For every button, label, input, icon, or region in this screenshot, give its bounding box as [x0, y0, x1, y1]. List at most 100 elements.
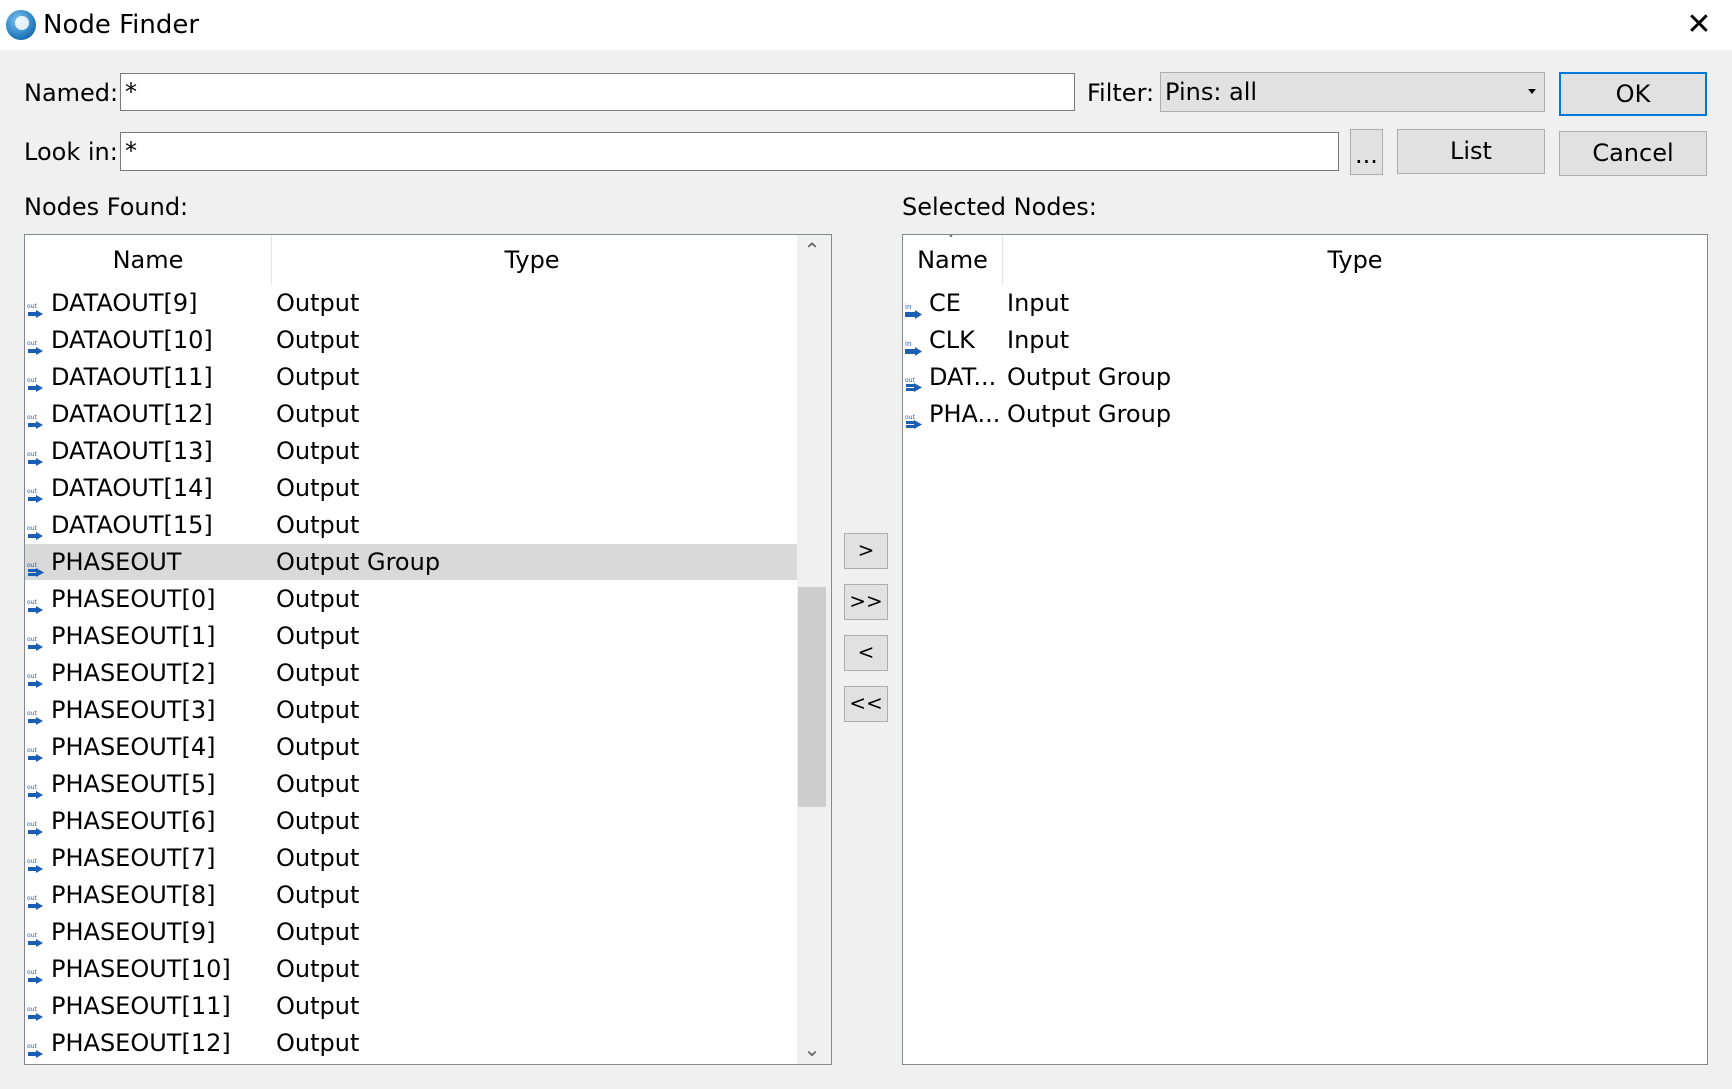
node-type: Output — [276, 622, 360, 650]
cancel-button[interactable]: Cancel — [1559, 131, 1707, 176]
input-pin-icon: in — [905, 331, 923, 356]
node-name: PHASEOUT[4] — [51, 733, 216, 761]
table-row[interactable]: out DATAOUT[14] Output — [25, 470, 797, 506]
selected-nodes-list[interactable]: Name ˅ Type in CE Input in CLK Input out DAT...… — [902, 234, 1708, 1065]
table-row[interactable]: in CLK Input — [903, 322, 1707, 358]
table-row[interactable]: out DATAOUT[10] Output — [25, 322, 797, 358]
table-row[interactable]: in CE Input — [903, 285, 1707, 321]
list-button[interactable]: List — [1397, 129, 1545, 174]
table-row[interactable]: out DATAOUT[11] Output — [25, 359, 797, 395]
node-type: Output Group — [1007, 400, 1172, 428]
node-name: PHASEOUT — [51, 548, 182, 576]
scrollbar-thumb[interactable] — [798, 587, 826, 807]
output-pin-icon: out — [27, 849, 45, 873]
svg-text:out: out — [27, 1006, 37, 1013]
title-bar: Node Finder ✕ — [0, 0, 1732, 50]
svg-text:out: out — [27, 414, 37, 421]
table-row[interactable]: out PHASEOUT[11] Output — [25, 988, 797, 1024]
output-pin-icon: out — [27, 664, 45, 688]
node-name: DATAOUT[10] — [51, 326, 213, 354]
svg-text:in: in — [905, 303, 911, 311]
nodes-found-label: Nodes Found: — [24, 193, 189, 221]
sort-indicator-icon: ˅ — [947, 234, 955, 250]
svg-text:out: out — [27, 451, 37, 458]
table-row[interactable]: out DATAOUT[15] Output — [25, 507, 797, 543]
node-name: PHA... — [929, 400, 1001, 428]
scroll-up-icon[interactable]: ⌃ — [797, 235, 827, 265]
remove-all-button[interactable]: << — [844, 686, 888, 722]
node-type: Output — [276, 289, 360, 317]
output-pin-icon: out — [27, 997, 45, 1021]
node-type: Output — [276, 659, 360, 687]
column-header-type[interactable]: Type — [272, 235, 792, 285]
table-row[interactable]: out PHASEOUT[9] Output — [25, 914, 797, 950]
status-strip — [0, 1080, 1732, 1089]
output-pin-icon: out — [27, 368, 45, 392]
browse-button[interactable]: ... — [1350, 129, 1383, 175]
output-pin-icon: out — [27, 405, 45, 429]
named-input[interactable]: * — [120, 73, 1075, 111]
svg-text:out: out — [27, 969, 37, 976]
table-row[interactable]: out DATAOUT[12] Output — [25, 396, 797, 432]
table-row[interactable]: out PHASEOUT[2] Output — [25, 655, 797, 691]
node-type: Output — [276, 1029, 360, 1057]
svg-text:out: out — [27, 525, 37, 532]
svg-text:out: out — [27, 303, 37, 310]
output-group-icon: out — [905, 368, 923, 392]
svg-text:out: out — [27, 1043, 37, 1050]
node-name: PHASEOUT[6] — [51, 807, 216, 835]
table-row[interactable]: out PHASEOUT[1] Output — [25, 618, 797, 654]
add-all-button[interactable]: >> — [844, 584, 888, 620]
table-row[interactable]: out DATAOUT[13] Output — [25, 433, 797, 469]
svg-text:out: out — [27, 932, 37, 939]
nodes-found-list[interactable]: Name Type out DATAOUT[9] Output out DATAOUT[… — [24, 234, 832, 1065]
column-header-type[interactable]: Type — [1003, 235, 1707, 285]
output-pin-icon: out — [27, 738, 45, 762]
window-title: Node Finder — [43, 10, 200, 40]
output-pin-icon: out — [27, 479, 45, 503]
table-row[interactable]: out PHASEOUT[5] Output — [25, 766, 797, 802]
node-name: DATAOUT[9] — [51, 289, 198, 317]
table-row[interactable]: out PHASEOUT Output Group — [25, 544, 797, 580]
node-type: Output — [276, 474, 360, 502]
ok-button[interactable]: OK — [1559, 72, 1707, 116]
node-name: DATAOUT[11] — [51, 363, 213, 391]
svg-text:out: out — [27, 673, 37, 680]
node-name: DATAOUT[15] — [51, 511, 213, 539]
table-row[interactable]: out PHA... Output Group — [903, 396, 1707, 432]
table-row[interactable]: out PHASEOUT[12] Output — [25, 1025, 797, 1061]
node-type: Output — [276, 326, 360, 354]
table-row[interactable]: out DATAOUT[9] Output — [25, 285, 797, 321]
table-row[interactable]: out PHASEOUT[3] Output — [25, 692, 797, 728]
close-icon[interactable]: ✕ — [1682, 8, 1716, 42]
look-in-input[interactable]: * — [120, 132, 1339, 171]
svg-text:out: out — [27, 340, 37, 347]
svg-text:out: out — [27, 895, 37, 902]
node-type: Output — [276, 770, 360, 798]
filter-select-value: Pins: all — [1165, 78, 1258, 106]
table-row[interactable]: out PHASEOUT[4] Output — [25, 729, 797, 765]
table-row[interactable]: out PHASEOUT[6] Output — [25, 803, 797, 839]
vertical-scrollbar[interactable]: ⌃ ⌄ — [797, 235, 831, 1064]
svg-text:out: out — [27, 488, 37, 495]
scroll-down-icon[interactable]: ⌄ — [797, 1034, 827, 1064]
svg-text:out: out — [905, 377, 915, 384]
node-type: Output — [276, 511, 360, 539]
output-pin-icon: out — [27, 627, 45, 651]
table-row[interactable]: out DAT... Output Group — [903, 359, 1707, 395]
column-header-name[interactable]: Name — [25, 235, 271, 285]
output-pin-icon: out — [27, 812, 45, 836]
svg-text:out: out — [27, 858, 37, 865]
node-name: PHASEOUT[3] — [51, 696, 216, 724]
table-row[interactable]: out PHASEOUT[0] Output — [25, 581, 797, 617]
node-name: PHASEOUT[7] — [51, 844, 216, 872]
table-row[interactable]: out PHASEOUT[7] Output — [25, 840, 797, 876]
filter-select[interactable]: Pins: all — [1160, 72, 1545, 112]
svg-text:out: out — [27, 599, 37, 606]
remove-selected-button[interactable]: < — [844, 635, 888, 671]
table-row[interactable]: out PHASEOUT[10] Output — [25, 951, 797, 987]
add-selected-button[interactable]: > — [844, 533, 888, 569]
svg-text:out: out — [27, 377, 37, 384]
node-name: DATAOUT[14] — [51, 474, 213, 502]
table-row[interactable]: out PHASEOUT[8] Output — [25, 877, 797, 913]
